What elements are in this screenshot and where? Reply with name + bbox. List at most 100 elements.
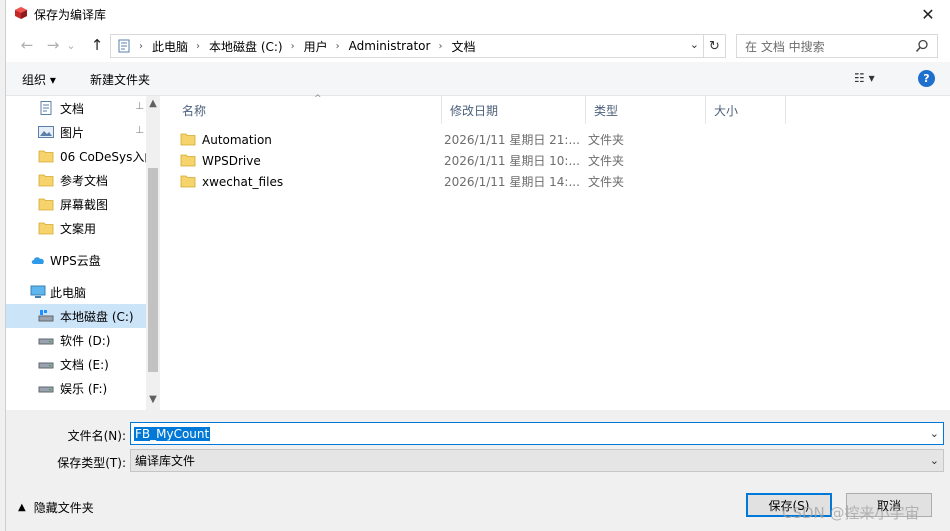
search-icon <box>915 39 928 52</box>
filename-label: 文件名(N): <box>67 429 126 443</box>
scroll-down-icon[interactable]: ▼ <box>146 394 160 405</box>
sidebar-item-label: 屏幕截图 <box>60 197 109 212</box>
refresh-button[interactable]: ↻ <box>704 34 726 58</box>
filename-value: FB_MyCount <box>134 426 211 441</box>
breadcrumb-administrator[interactable]: Administrator <box>349 39 431 53</box>
list-item[interactable]: WPSDrive 2026/1/11 星期日 10:... 文件夹 <box>180 150 780 171</box>
sidebar-item-wps-cloud[interactable]: WPS云盘 <box>6 248 146 272</box>
address-bar[interactable]: › 此电脑 › 本地磁盘 (C:) › 用户 › Administrator ›… <box>110 34 704 58</box>
sidebar-item-documents[interactable]: 文档 ⊥ <box>6 96 146 120</box>
list-item[interactable]: xwechat_files 2026/1/11 星期日 14:... 文件夹 <box>180 171 780 192</box>
sidebar-item-this-pc[interactable]: 此电脑 <box>6 280 146 304</box>
scroll-up-icon[interactable]: ▲ <box>146 98 160 109</box>
organize-menu[interactable]: 组织 ▾ <box>22 71 56 88</box>
sidebar-item-label: 文档 (E:) <box>60 357 109 372</box>
column-header-label: 修改日期 <box>450 103 499 118</box>
computer-icon <box>30 285 46 298</box>
sort-ascending-icon: ^ <box>314 94 322 104</box>
folder-icon <box>180 175 196 188</box>
pin-icon: ⊥ <box>135 125 144 136</box>
file-date: 2026/1/11 星期日 14:... <box>444 175 580 189</box>
search-placeholder: 在 文档 中搜索 <box>745 39 825 54</box>
search-input[interactable]: 在 文档 中搜索 <box>736 34 938 58</box>
navigation-bar: ← → ⌄ ↑ › 此电脑 › 本地磁盘 (C:) › 用户 › Adminis… <box>6 30 950 62</box>
help-icon: ? <box>923 72 930 85</box>
breadcrumb-separator: › <box>139 40 143 52</box>
cloud-icon <box>31 257 44 264</box>
watermark: CSDN @控来小宇宙 <box>782 504 920 522</box>
sidebar-item-label: 文案用 <box>60 221 97 236</box>
column-header-label: 类型 <box>594 103 619 118</box>
breadcrumb-documents[interactable]: 文档 <box>451 38 475 55</box>
close-button[interactable]: ✕ <box>906 0 950 28</box>
sidebar-item-drive-d[interactable]: 软件 (D:) <box>6 328 146 352</box>
documents-icon <box>40 101 52 115</box>
list-item[interactable]: Automation 2026/1/11 星期日 21:... 文件夹 <box>180 129 780 150</box>
up-button[interactable]: ↑ <box>86 34 108 56</box>
sidebar-item-drive-f[interactable]: 娱乐 (F:) <box>6 376 146 400</box>
file-name: xwechat_files <box>202 174 284 189</box>
sidebar-item-codesys[interactable]: 06 CoDeSys入门 <box>6 144 146 168</box>
breadcrumb-separator[interactable]: › <box>291 41 295 52</box>
drive-c-icon <box>38 310 54 322</box>
filetype-select[interactable]: 编译库文件 ⌄ <box>130 449 944 472</box>
forward-button[interactable]: → <box>42 34 64 56</box>
breadcrumb-separator[interactable]: › <box>196 41 200 52</box>
sidebar-item-label: WPS云盘 <box>50 253 101 268</box>
filename-input[interactable]: FB_MyCount ⌄ <box>130 422 944 445</box>
breadcrumb-users[interactable]: 用户 <box>304 38 328 55</box>
close-icon: ✕ <box>921 4 935 24</box>
column-header-size[interactable]: 大小 <box>706 96 786 124</box>
column-header-type[interactable]: 类型 <box>586 96 706 124</box>
chevron-down-icon[interactable]: ⌄ <box>930 427 939 440</box>
folder-icon <box>38 150 54 163</box>
back-button[interactable]: ← <box>16 34 38 56</box>
sidebar-item-reference-docs[interactable]: 参考文档 <box>6 168 146 192</box>
sidebar-item-label: 文档 <box>60 101 85 116</box>
hide-folders-toggle[interactable]: ▲ 隐藏文件夹 <box>18 499 94 516</box>
help-button[interactable]: ? <box>918 70 935 87</box>
arrow-left-icon: ← <box>20 36 34 54</box>
chevron-down-icon: ⌄ <box>929 454 939 467</box>
pictures-icon <box>38 126 54 138</box>
column-header-date[interactable]: 修改日期 <box>442 96 586 124</box>
window-title: 保存为编译库 <box>34 8 107 22</box>
sidebar-item-drive-e[interactable]: 文档 (E:) <box>6 352 146 376</box>
file-type: 文件夹 <box>588 154 625 168</box>
title-bar: 保存为编译库 ✕ <box>6 0 950 28</box>
sidebar-item-local-disk-c[interactable]: 本地磁盘 (C:) <box>6 304 146 328</box>
sidebar-item-label: 娱乐 (F:) <box>60 381 108 396</box>
file-date: 2026/1/11 星期日 21:... <box>444 133 580 147</box>
file-type: 文件夹 <box>588 133 625 147</box>
arrow-up-icon: ↑ <box>90 36 104 54</box>
column-header-label: 大小 <box>714 103 739 118</box>
file-name: WPSDrive <box>202 153 261 168</box>
drive-icon <box>38 386 54 393</box>
save-dialog: 保存为编译库 ✕ ← → ⌄ ↑ › 此电脑 › 本地磁盘 (C:) › 用户 … <box>6 0 950 531</box>
chevron-up-icon: ▲ <box>18 502 26 513</box>
breadcrumb-local-disk[interactable]: 本地磁盘 (C:) <box>209 38 283 55</box>
file-name: Automation <box>202 132 272 147</box>
filetype-label: 保存类型(T): <box>57 456 126 470</box>
sidebar-item-screenshots[interactable]: 屏幕截图 <box>6 192 146 216</box>
sidebar-item-copywriting[interactable]: 文案用 <box>6 216 146 240</box>
arrow-right-icon: → <box>46 36 60 54</box>
sidebar-item-pictures[interactable]: 图片 ⊥ <box>6 120 146 144</box>
breadcrumb-separator[interactable]: › <box>438 41 442 52</box>
pin-icon: ⊥ <box>135 101 144 112</box>
new-folder-button[interactable]: 新建文件夹 <box>90 71 150 88</box>
address-dropdown-icon[interactable]: ⌄ <box>690 38 699 51</box>
sidebar-item-label: 图片 <box>60 125 85 140</box>
breadcrumb-separator[interactable]: › <box>336 41 340 52</box>
file-list: 名称 ^ 修改日期 类型 大小 Automation 2026/1/11 星期日… <box>160 94 950 410</box>
recent-locations-button[interactable]: ⌄ <box>64 34 78 56</box>
file-date: 2026/1/11 星期日 10:... <box>444 154 580 168</box>
filetype-value: 编译库文件 <box>135 454 196 468</box>
column-header-name[interactable]: 名称 ^ <box>174 94 442 124</box>
view-options-button[interactable]: ☷ ▾ <box>854 71 875 85</box>
breadcrumb-this-pc[interactable]: 此电脑 <box>152 38 188 55</box>
sidebar-item-label: 此电脑 <box>50 285 87 300</box>
scrollbar-thumb[interactable] <box>148 168 158 372</box>
save-options-panel: 文件名(N): FB_MyCount ⌄ 保存类型(T): 编译库文件 ⌄ ▲ … <box>6 410 950 531</box>
navigation-scrollbar[interactable]: ▲ ▼ <box>146 96 160 410</box>
